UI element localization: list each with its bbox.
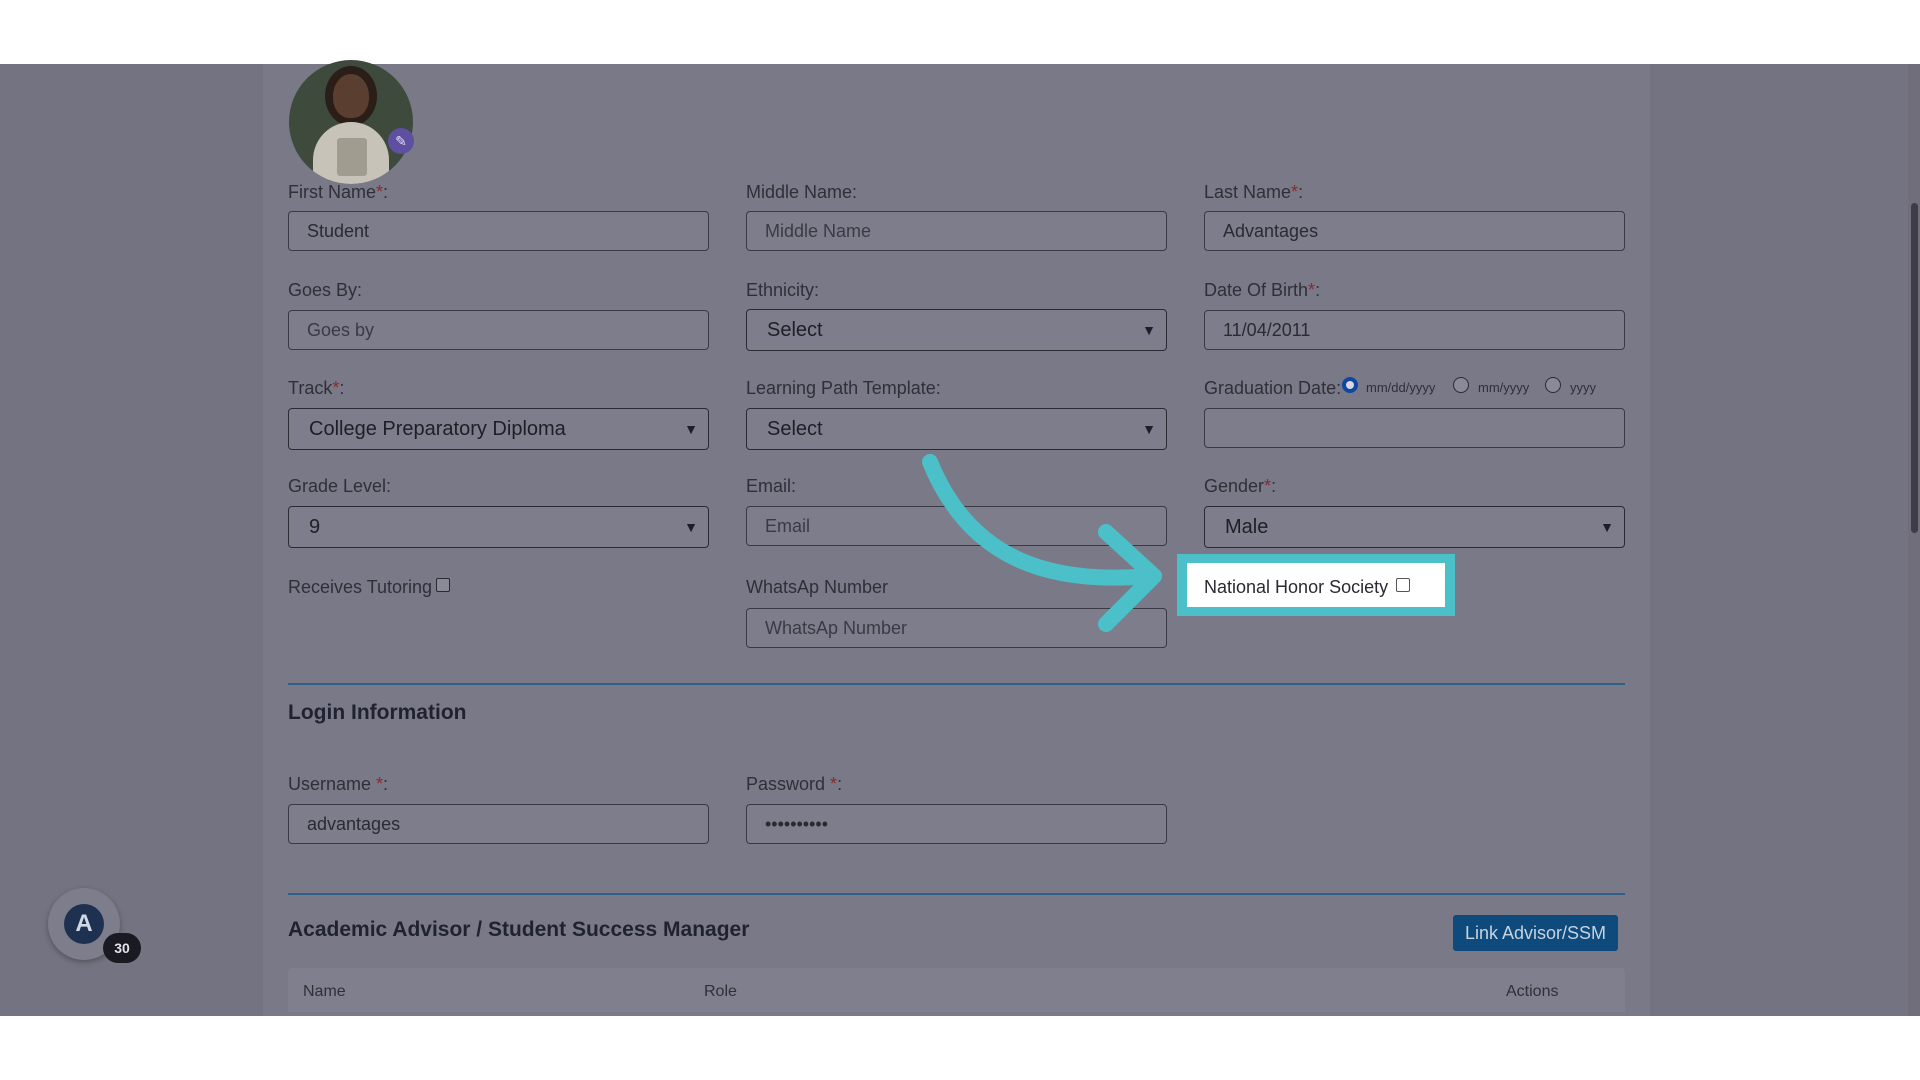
chevron-down-icon: ▼ [684, 421, 698, 437]
grade-level-select[interactable]: 9 ▼ [288, 506, 709, 548]
password-field[interactable]: •••••••••• [746, 804, 1167, 844]
nhs-checkbox[interactable] [1396, 578, 1410, 592]
nhs-label: National Honor Society [1204, 577, 1389, 597]
middle-name-field[interactable]: Middle Name [746, 211, 1167, 251]
login-section-title: Login Information [288, 701, 467, 724]
ethnicity-label: Ethnicity: [746, 280, 820, 300]
last-name-field[interactable]: Advantages [1204, 211, 1625, 251]
track-select[interactable]: College Preparatory Diploma ▼ [288, 408, 709, 450]
graduation-option-label: mm/dd/yyyy [1366, 380, 1436, 395]
advisor-table-header [288, 968, 1625, 1012]
username-label: Username *: [288, 774, 389, 794]
app-logo-icon: A [64, 904, 104, 944]
goes-by-field[interactable]: Goes by [288, 310, 709, 350]
section-divider [288, 683, 1625, 685]
grade-level-value: 9 [309, 516, 321, 538]
avatar[interactable] [289, 60, 413, 184]
scrollbar-thumb[interactable] [1911, 203, 1918, 533]
notification-count-badge: 30 [103, 933, 141, 963]
chevron-down-icon: ▼ [1142, 322, 1156, 338]
arrow-pointer-icon [922, 454, 1162, 632]
ethnicity-select[interactable]: Select ▼ [746, 309, 1167, 351]
learning-path-label: Learning Path Template: [746, 378, 941, 398]
column-header-actions: Actions [1506, 983, 1559, 1000]
middle-name-label: Middle Name: [746, 182, 858, 202]
graduation-radio-mmyyyy[interactable] [1453, 377, 1469, 393]
graduation-label: Graduation Date: [1204, 378, 1342, 398]
section-divider [288, 893, 1625, 895]
gender-select[interactable]: Male ▼ [1204, 506, 1625, 548]
password-label: Password *: [746, 774, 843, 794]
learning-path-select[interactable]: Select ▼ [746, 408, 1167, 450]
tutoring-label: Receives Tutoring [288, 577, 433, 597]
learning-path-value: Select [767, 418, 823, 440]
pencil-icon[interactable]: ✎ [388, 128, 414, 154]
dob-label: Date Of Birth*: [1204, 280, 1321, 300]
last-name-label: Last Name*: [1204, 182, 1304, 202]
chevron-down-icon: ▼ [684, 519, 698, 535]
gender-value: Male [1225, 516, 1269, 538]
avatar-head [333, 74, 369, 118]
graduation-radio-yyyy[interactable] [1545, 377, 1561, 393]
first-name-field[interactable]: Student [288, 211, 709, 251]
whatsapp-label: WhatsAp Number [746, 577, 889, 597]
ethnicity-value: Select [767, 319, 823, 341]
advisor-section-title: Academic Advisor / Student Success Manag… [288, 918, 750, 941]
first-name-label: First Name*: [288, 182, 389, 202]
avatar-book [337, 138, 367, 176]
graduation-option-label: yyyy [1570, 380, 1596, 395]
bottom-band [0, 1016, 1920, 1080]
goes-by-label: Goes By: [288, 280, 363, 300]
column-header-role[interactable]: Role [704, 983, 737, 1001]
graduation-date-field[interactable] [1204, 408, 1625, 448]
email-label: Email: [746, 476, 797, 496]
chevron-down-icon: ▼ [1600, 519, 1614, 535]
graduation-radio-mmddyyyy[interactable] [1342, 377, 1358, 393]
chevron-down-icon: ▼ [1142, 421, 1156, 437]
column-header-name[interactable]: Name [303, 983, 346, 1001]
link-advisor-button[interactable]: Link Advisor/SSM [1453, 915, 1618, 951]
graduation-option-label: mm/yyyy [1478, 380, 1530, 395]
track-value: College Preparatory Diploma [309, 418, 566, 440]
tutoring-checkbox[interactable] [436, 578, 450, 592]
gender-label: Gender*: [1204, 476, 1277, 496]
username-field[interactable]: advantages [288, 804, 709, 844]
grade-level-label: Grade Level: [288, 476, 392, 496]
track-label: Track*: [288, 378, 345, 398]
dob-field[interactable]: 11/04/2011 [1204, 310, 1625, 350]
